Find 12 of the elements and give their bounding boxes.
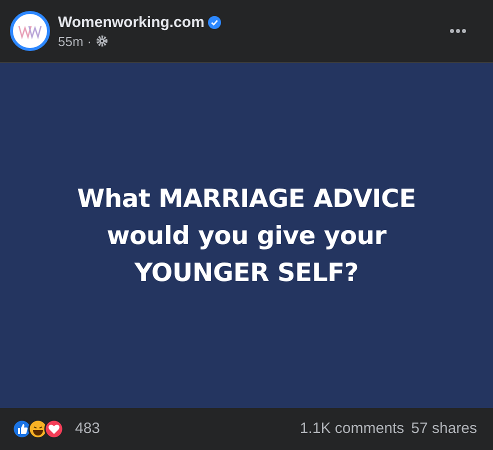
reaction-count[interactable]: 483 xyxy=(75,418,100,440)
page-name[interactable]: Womenworking.com xyxy=(58,12,204,32)
shares-count[interactable]: 57 shares xyxy=(411,418,477,440)
image-text-line: would you give your xyxy=(106,220,386,252)
image-text-line: YOUNGER SELF? xyxy=(134,257,358,289)
separator-dot: · xyxy=(87,32,92,50)
gear-icon[interactable] xyxy=(96,35,108,47)
post-time[interactable]: 55m xyxy=(58,32,84,50)
image-text-line: What MARRIAGE ADVICE xyxy=(77,183,416,215)
avatar-logo-icon[interactable] xyxy=(10,11,50,51)
more-options-icon[interactable] xyxy=(450,29,466,33)
comments-count[interactable]: 1.1K comments xyxy=(300,418,404,440)
